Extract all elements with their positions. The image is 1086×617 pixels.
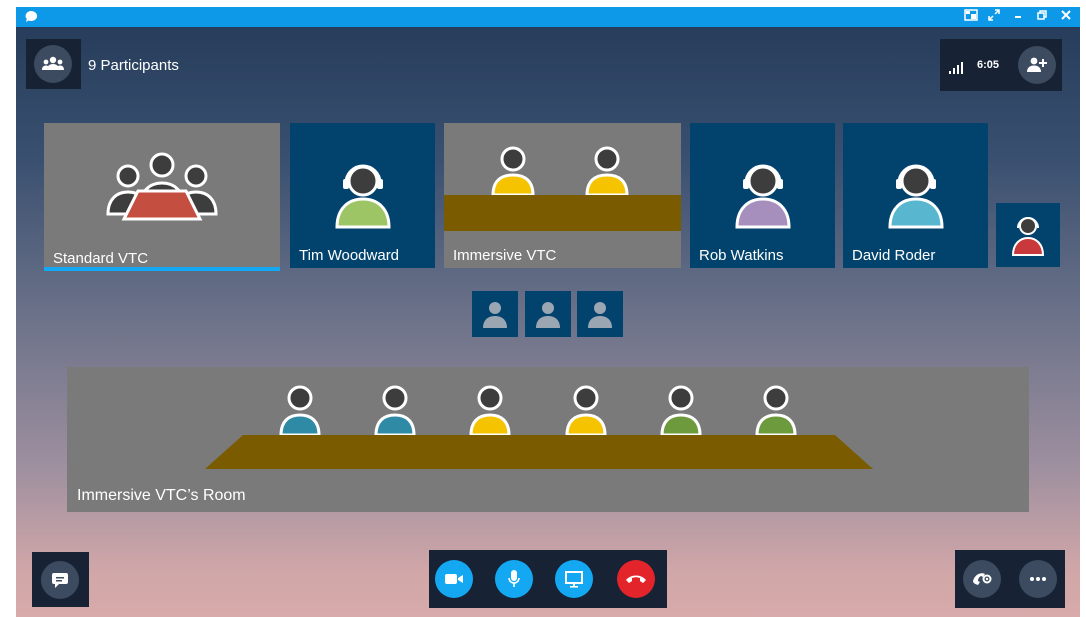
- more-controls-panel: [955, 550, 1065, 608]
- chat-icon: [52, 573, 68, 588]
- app-icon: [24, 10, 38, 24]
- signal-strength-icon: [948, 62, 964, 74]
- room-conference-table: [205, 435, 873, 469]
- status-panel: 6:05: [940, 39, 1062, 91]
- person-silhouette-icon: [483, 302, 507, 328]
- self-view-tile[interactable]: [996, 203, 1060, 267]
- participant-tile-standard-vtc[interactable]: Standard VTC: [44, 123, 280, 271]
- room-seat-icon: [565, 385, 607, 437]
- minimize-icon[interactable]: [1012, 9, 1026, 21]
- add-person-icon: [1027, 57, 1047, 72]
- title-bar: [16, 7, 1080, 27]
- participant-name: Rob Watkins: [699, 247, 784, 264]
- group-avatar-icon: [106, 152, 218, 221]
- person-avatar-icon: [888, 164, 944, 229]
- call-controls-panel: [429, 550, 667, 608]
- present-icon: [565, 571, 583, 588]
- hangup-icon: [626, 575, 646, 583]
- participant-tile-rob-watkins[interactable]: Rob Watkins: [690, 123, 835, 268]
- participant-name: Tim Woodward: [299, 247, 400, 264]
- room-label: Immersive VTC’s Room: [77, 487, 246, 504]
- mic-icon: [508, 570, 520, 587]
- present-button[interactable]: [555, 560, 593, 598]
- participants-count: 9 Participants: [88, 57, 179, 74]
- close-icon[interactable]: [1060, 9, 1074, 21]
- add-participant-button[interactable]: [1018, 46, 1056, 84]
- more-participant-tile[interactable]: [472, 291, 518, 337]
- self-avatar-icon: [1011, 217, 1045, 256]
- more-options-button[interactable]: [1019, 560, 1057, 598]
- person-silhouette-icon: [588, 302, 612, 328]
- more-icon: [1030, 577, 1046, 581]
- room-seat-icon: [469, 385, 511, 437]
- participant-tile-tim-woodward[interactable]: Tim Woodward: [290, 123, 435, 268]
- participant-name: Immersive VTC: [453, 247, 557, 264]
- call-controls-button[interactable]: [963, 560, 1001, 598]
- active-speaker-indicator: [44, 267, 280, 271]
- mute-button[interactable]: [495, 560, 533, 598]
- pip-icon[interactable]: [964, 9, 978, 21]
- more-participant-tile[interactable]: [577, 291, 623, 337]
- person-avatar-icon: [335, 164, 391, 229]
- call-controls-icon: [973, 573, 992, 585]
- participant-name: David Roder: [852, 247, 936, 264]
- participant-tile-immersive-vtc[interactable]: Immersive VTC: [444, 123, 681, 268]
- skype-meeting-window: 9 Participants 6:05 Standard VTC Tim Woo…: [16, 7, 1080, 617]
- chat-button[interactable]: [41, 561, 79, 599]
- seat-person-icon: [585, 146, 629, 197]
- participant-name: Standard VTC: [53, 250, 149, 267]
- conference-table: [444, 195, 681, 231]
- participants-button[interactable]: [34, 45, 72, 83]
- room-seat-icon: [660, 385, 702, 437]
- participant-tile-david-roder[interactable]: David Roder: [843, 123, 988, 268]
- immersive-room-stage: Immersive VTC’s Room: [67, 367, 1029, 512]
- room-seat-icon: [374, 385, 416, 437]
- room-seat-icon: [279, 385, 321, 437]
- person-avatar-icon: [735, 164, 791, 229]
- participants-panel: [26, 39, 81, 89]
- restore-icon[interactable]: [1036, 9, 1050, 21]
- seat-person-icon: [491, 146, 535, 197]
- more-participant-tile[interactable]: [525, 291, 571, 337]
- person-silhouette-icon: [536, 302, 560, 328]
- call-duration: 6:05: [977, 59, 1000, 71]
- video-button[interactable]: [435, 560, 473, 598]
- video-icon: [445, 574, 463, 584]
- expand-icon[interactable]: [988, 9, 1002, 21]
- hangup-button[interactable]: [617, 560, 655, 598]
- participants-icon: [42, 56, 64, 70]
- chat-panel: [32, 552, 89, 607]
- room-seat-icon: [755, 385, 797, 437]
